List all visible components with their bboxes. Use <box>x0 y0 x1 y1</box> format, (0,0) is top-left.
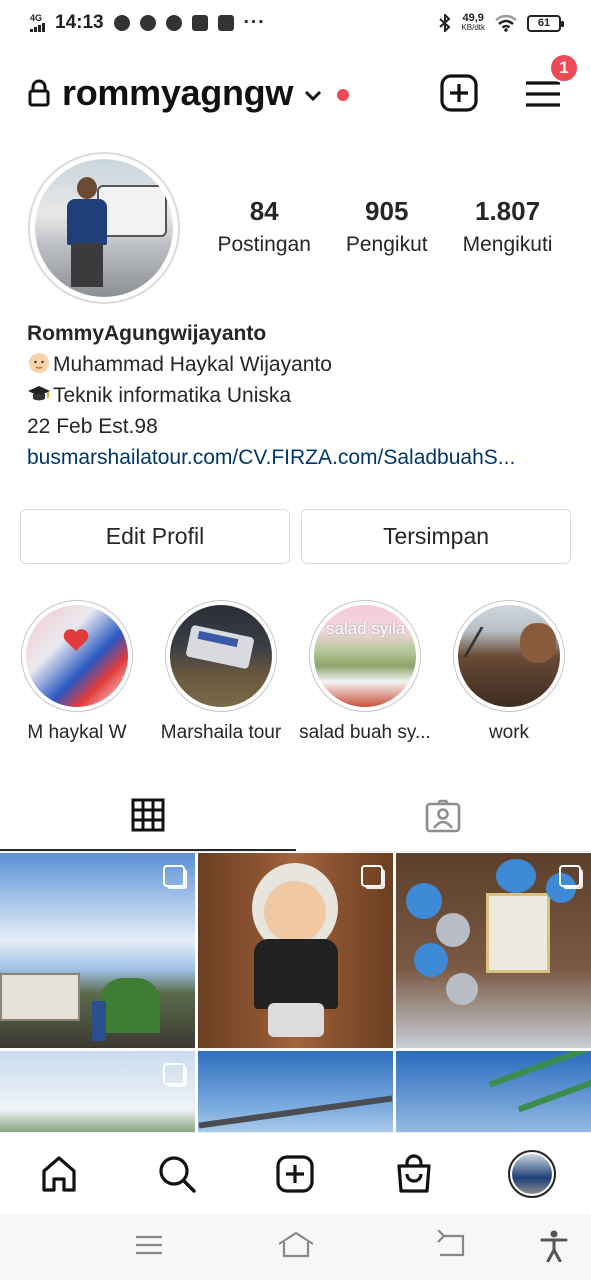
highlight-cover <box>458 605 560 707</box>
notification-badge: 1 <box>549 53 579 83</box>
multiple-photos-icon <box>559 865 581 887</box>
profile-stats: 84 Postingan 905 Pengikut 1.807 Mengikut… <box>200 196 570 257</box>
highlight-label: salad buah sy... <box>299 722 431 743</box>
heart-icon <box>63 629 89 651</box>
shield-notification-icon <box>165 15 182 31</box>
story-highlights: M haykal W Marshaila tour salad syila sa… <box>0 600 591 750</box>
home-button-icon[interactable] <box>276 1230 316 1260</box>
highlight-cover <box>26 605 128 707</box>
highlight-cover-text: salad syila <box>326 619 406 638</box>
graduation-cap-icon <box>28 386 50 401</box>
nav-profile[interactable] <box>502 1144 562 1204</box>
wifi-icon <box>495 14 517 32</box>
highlight-label: M haykal W <box>27 722 127 743</box>
tagged-person-icon <box>425 799 461 832</box>
signal-icon: 4G <box>30 14 45 32</box>
accessibility-icon[interactable] <box>540 1230 568 1262</box>
profile-avatar-icon <box>507 1149 556 1198</box>
add-post-icon <box>276 1154 315 1193</box>
nav-shop[interactable] <box>384 1144 444 1204</box>
bio-line-3: 22 Feb Est.98 <box>27 415 158 438</box>
telegram-icon <box>113 15 130 31</box>
instagram-icon <box>191 15 208 31</box>
speed-value: 49,9 <box>462 12 484 24</box>
tab-tagged[interactable] <box>296 780 591 851</box>
clock: 14:13 <box>55 12 104 33</box>
profile-header: rommyagngw 1 <box>0 53 591 126</box>
battery-icon: 61 <box>527 14 564 32</box>
highlight-marshaila-tour[interactable]: Marshaila tour <box>146 600 296 744</box>
highlight-salad-buah[interactable]: salad syila salad buah sy... <box>290 600 440 744</box>
stat-posts[interactable]: 84 Postingan <box>217 196 310 257</box>
highlight-label: work <box>488 722 530 743</box>
bio-website-link[interactable]: busmarshailatour.com/CV.FIRZA.com/Saladb… <box>27 442 567 473</box>
shopping-bag-icon <box>397 1153 431 1193</box>
bio-line-1: Muhammad Haykal Wijayanto <box>27 349 567 380</box>
more-notifications-icon: ··· <box>243 12 266 33</box>
nav-search[interactable] <box>147 1144 207 1204</box>
stat-followers-label: Pengikut <box>345 233 428 256</box>
status-bar: 4G 14:13 ··· 49,9 KB/dtk 61 <box>0 0 591 46</box>
avatar-image <box>35 159 173 297</box>
profile-bio: RommyAgungwijayanto Muhammad Haykal Wija… <box>27 318 567 473</box>
bio-name: RommyAgungwijayanto <box>27 322 267 345</box>
stat-following[interactable]: 1.807 Mengikuti <box>463 196 553 257</box>
app-notification-icon <box>139 15 156 31</box>
chevron-down-icon[interactable] <box>303 86 323 106</box>
nav-new-post[interactable] <box>265 1144 325 1204</box>
username[interactable]: rommyagngw <box>62 72 293 114</box>
multiple-photos-icon <box>163 1063 185 1085</box>
multiple-photos-icon <box>163 865 185 887</box>
stat-posts-label: Postingan <box>217 233 311 256</box>
search-icon <box>159 1155 196 1193</box>
network-speed: 49,9 KB/dtk <box>461 13 485 33</box>
grid-icon <box>131 798 165 831</box>
profile-tabs <box>0 780 591 852</box>
back-icon[interactable] <box>434 1230 466 1260</box>
bio-line-2: Teknik informatika Uniska <box>27 380 567 411</box>
highlight-work[interactable]: work <box>434 600 584 744</box>
multiple-photos-icon <box>361 865 383 887</box>
highlight-label: Marshaila tour <box>160 722 282 743</box>
menu-button[interactable]: 1 <box>523 53 579 113</box>
home-icon <box>42 1155 76 1192</box>
profile-avatar[interactable] <box>28 152 180 304</box>
stat-followers[interactable]: 905 Pengikut <box>346 196 428 257</box>
mail-icon <box>217 15 234 31</box>
stat-following-label: Mengikuti <box>462 233 553 256</box>
highlight-cover <box>170 605 272 707</box>
post-thumbnail[interactable] <box>198 853 393 1048</box>
stat-following-count: 1.807 <box>475 196 541 226</box>
profile-action-buttons: Edit Profil Tersimpan <box>20 509 571 564</box>
account-notification-dot <box>337 89 350 101</box>
bio-line-1-text: Muhammad Haykal Wijayanto <box>53 353 332 376</box>
bio-line-2-text: Teknik informatika Uniska <box>53 384 292 407</box>
stat-posts-count: 84 <box>249 196 279 226</box>
tab-posts-grid[interactable] <box>0 780 296 851</box>
post-thumbnail[interactable] <box>0 853 195 1048</box>
battery-level: 61 <box>537 17 551 29</box>
edit-profile-button[interactable]: Edit Profil <box>20 509 290 564</box>
network-type: 4G <box>30 13 43 23</box>
system-navigation-bar <box>0 1214 591 1280</box>
recent-apps-icon[interactable] <box>134 1230 164 1260</box>
stat-followers-count: 905 <box>365 196 409 226</box>
bottom-navigation <box>0 1132 591 1214</box>
highlight-cover: salad syila <box>314 605 416 707</box>
nav-home[interactable] <box>29 1144 89 1204</box>
saved-button[interactable]: Tersimpan <box>301 509 571 564</box>
post-thumbnail[interactable] <box>396 853 591 1048</box>
bluetooth-icon <box>439 14 451 32</box>
baby-emoji-icon <box>29 353 49 373</box>
new-post-icon[interactable] <box>439 73 479 113</box>
speed-unit: KB/dtk <box>461 23 485 32</box>
lock-icon <box>28 79 50 107</box>
highlight-m-haykal[interactable]: M haykal W <box>2 600 152 744</box>
